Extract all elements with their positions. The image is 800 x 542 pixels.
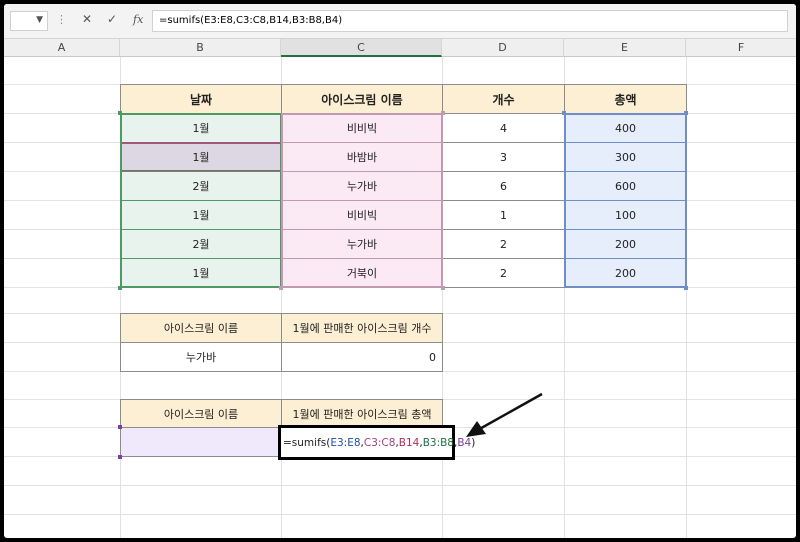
summary1-name-cell[interactable]: 누가바: [120, 342, 282, 372]
summary1-label-value[interactable]: 1월에 판매한 아이스크림 개수: [281, 313, 443, 343]
table-cell-count[interactable]: 6: [442, 171, 565, 201]
range-handle[interactable]: [279, 286, 283, 290]
table-cell-date[interactable]: 2월: [120, 229, 282, 259]
formula-bar: ▼ ⋮ ✕ ✓ fx =sumifs(E3:E8,C3:C8,B14,B3:B8…: [4, 4, 796, 39]
cell-grid[interactable]: 날짜 아이스크림 이름 개수 총액 1월 비비빅 4 400 1월 바밤바 3 …: [4, 57, 796, 538]
column-header-b[interactable]: B: [120, 39, 281, 57]
column-header-a[interactable]: A: [4, 39, 120, 57]
formula-fn: =sumifs(: [283, 436, 331, 449]
active-formula-cell[interactable]: =sumifs(E3:E8, C3:C8, B14, B3:B8, B4): [278, 425, 475, 460]
range-handle[interactable]: [118, 455, 122, 459]
summary2-label-name[interactable]: 아이스크림 이름: [120, 399, 282, 428]
range-handle[interactable]: [684, 286, 688, 290]
more-options-icon[interactable]: ⋮: [56, 13, 67, 26]
table-cell-name[interactable]: 바밤바: [281, 142, 443, 172]
summary2-name-cell-referenced[interactable]: [120, 427, 282, 457]
table-cell-total[interactable]: 400: [564, 113, 687, 143]
table-cell-total[interactable]: 600: [564, 171, 687, 201]
column-header-d[interactable]: D: [442, 39, 564, 57]
table-cell-total[interactable]: 200: [564, 258, 687, 288]
spreadsheet-window: ▼ ⋮ ✕ ✓ fx =sumifs(E3:E8,C3:C8,B14,B3:B8…: [4, 4, 796, 538]
table-cell-date[interactable]: 2월: [120, 171, 282, 201]
name-box[interactable]: ▼: [10, 11, 48, 31]
function-icon[interactable]: fx: [133, 13, 143, 26]
table-cell-name[interactable]: 비비빅: [281, 200, 443, 230]
column-header-c[interactable]: C: [281, 39, 442, 57]
table-cell-name[interactable]: 비비빅: [281, 113, 443, 143]
range-handle[interactable]: [118, 286, 122, 290]
range-handle[interactable]: [684, 111, 688, 115]
table-cell-total[interactable]: 100: [564, 200, 687, 230]
table-cell-date[interactable]: 1월: [120, 258, 282, 288]
summary1-label-name[interactable]: 아이스크림 이름: [120, 313, 282, 343]
arrow-icon: [466, 392, 543, 437]
formula-ref-c: C3:C8: [363, 436, 396, 449]
column-header-f[interactable]: F: [686, 39, 796, 57]
table-cell-name[interactable]: 누가바: [281, 171, 443, 201]
formula-input[interactable]: =sumifs(E3:E8,C3:C8,B14,B3:B8,B4): [152, 10, 788, 32]
formula-ref-e: E3:E8: [330, 436, 361, 449]
table-cell-count[interactable]: 2: [442, 229, 565, 259]
summary2-label-value[interactable]: 1월에 판매한 아이스크림 총액: [281, 399, 443, 428]
table-cell-name[interactable]: 거북이: [281, 258, 443, 288]
range-handle[interactable]: [562, 111, 566, 115]
table-cell-count[interactable]: 3: [442, 142, 565, 172]
table-cell-date[interactable]: 1월: [120, 113, 282, 143]
header-total[interactable]: 총액: [564, 84, 687, 114]
header-count[interactable]: 개수: [442, 84, 565, 114]
summary1-value-cell[interactable]: 0: [281, 342, 443, 372]
header-icecream-name[interactable]: 아이스크림 이름: [281, 84, 443, 114]
cancel-icon[interactable]: ✕: [82, 12, 92, 26]
formula-ref-b: B3:B8: [422, 436, 454, 449]
table-cell-count[interactable]: 4: [442, 113, 565, 143]
range-handle[interactable]: [441, 111, 445, 115]
confirm-icon[interactable]: ✓: [107, 12, 117, 26]
table-cell-date[interactable]: 1월: [120, 200, 282, 230]
header-date[interactable]: 날짜: [120, 84, 282, 114]
table-cell-date-referenced[interactable]: 1월: [120, 142, 282, 172]
range-handle[interactable]: [118, 425, 122, 429]
table-cell-name[interactable]: 누가바: [281, 229, 443, 259]
table-cell-total[interactable]: 200: [564, 229, 687, 259]
chevron-down-icon[interactable]: ▼: [36, 15, 43, 25]
range-handle[interactable]: [118, 111, 122, 115]
formula-ref-b14: B14: [398, 436, 420, 449]
range-handle[interactable]: [441, 286, 445, 290]
table-cell-count[interactable]: 1: [442, 200, 565, 230]
table-cell-count[interactable]: 2: [442, 258, 565, 288]
table-cell-total[interactable]: 300: [564, 142, 687, 172]
column-header-e[interactable]: E: [564, 39, 686, 57]
